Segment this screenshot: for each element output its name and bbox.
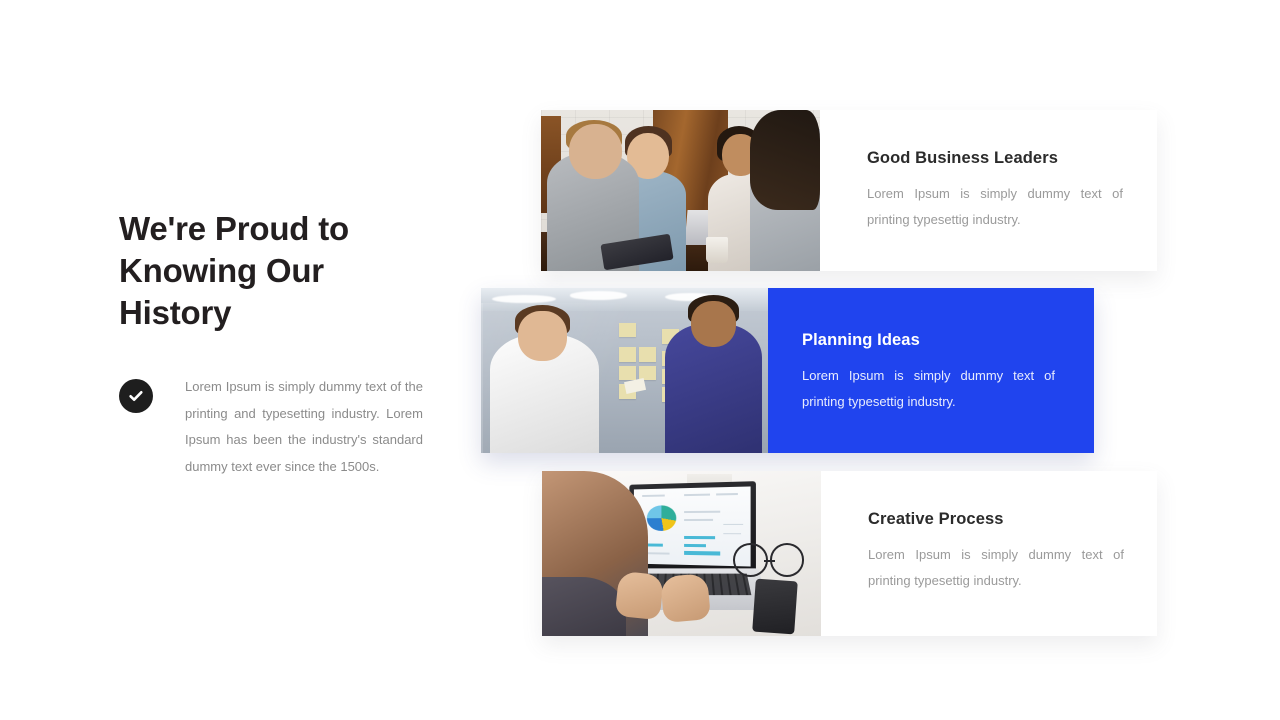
card-description: Lorem Ipsum is simply dummy text of prin… — [867, 186, 1123, 227]
card-body: Planning Ideas Lorem Ipsum is simply dum… — [768, 288, 1094, 453]
card-description: Lorem Ipsum is simply dummy text of prin… — [868, 547, 1124, 588]
team-meeting-photo — [541, 110, 820, 271]
card-title: Good Business Leaders — [867, 149, 1058, 167]
feature-card-planning-ideas[interactable]: Planning Ideas Lorem Ipsum is simply dum… — [481, 288, 1094, 453]
laptop-dashboard-photo — [542, 471, 821, 636]
card-body: Good Business Leaders Lorem Ipsum is sim… — [820, 110, 1157, 271]
card-title: Creative Process — [868, 510, 1004, 528]
feature-card-list: Good Business Leaders Lorem Ipsum is sim… — [0, 0, 1280, 720]
feature-card-creative-process[interactable]: Creative Process Lorem Ipsum is simply d… — [542, 471, 1157, 636]
card-title: Planning Ideas — [802, 331, 920, 349]
sticky-note-workshop-photo — [481, 288, 768, 453]
card-body: Creative Process Lorem Ipsum is simply d… — [821, 471, 1157, 636]
card-description: Lorem Ipsum is simply dummy text of prin… — [802, 368, 1055, 409]
feature-card-good-business-leaders[interactable]: Good Business Leaders Lorem Ipsum is sim… — [541, 110, 1157, 271]
